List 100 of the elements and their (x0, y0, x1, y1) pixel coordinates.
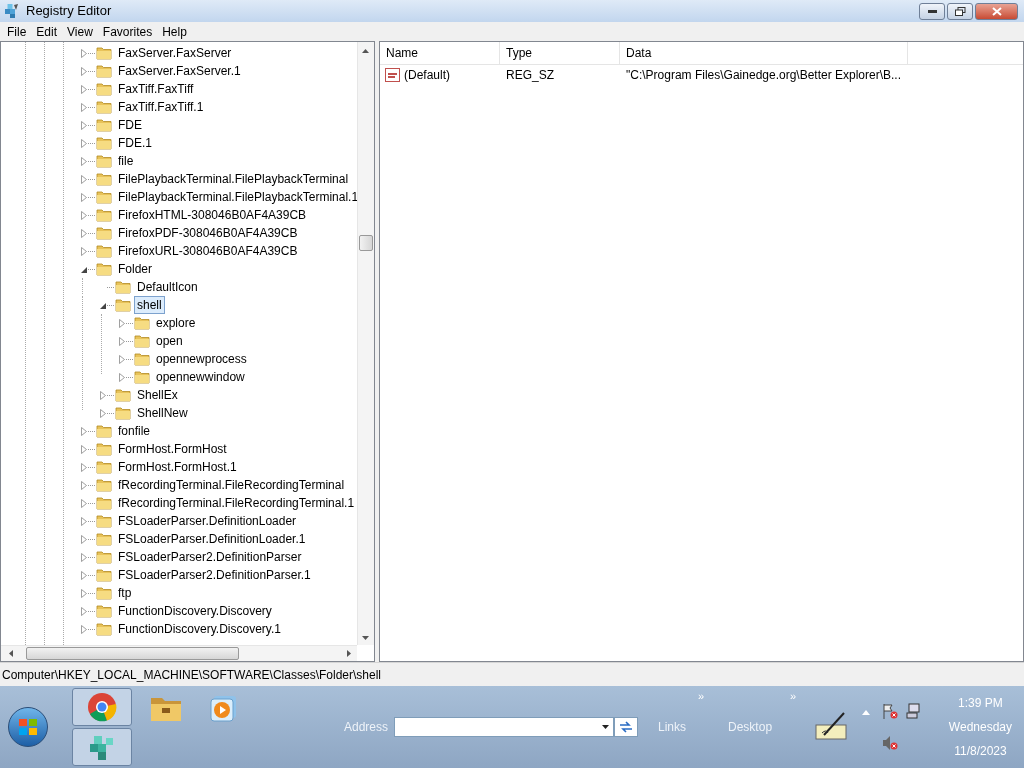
registry-key[interactable]: FSLoaderParser.DefinitionLoader (115, 512, 300, 530)
expand-arrow-icon[interactable] (81, 516, 87, 526)
network-icon[interactable] (906, 703, 923, 719)
registry-key[interactable]: explore (153, 314, 199, 332)
close-button[interactable] (975, 2, 1018, 20)
volume-muted-icon[interactable] (882, 735, 899, 751)
column-header[interactable]: Name (380, 42, 500, 64)
registry-key[interactable]: FSLoaderParser.DefinitionLoader.1 (115, 530, 309, 548)
scroll-down-icon[interactable] (362, 636, 369, 640)
expand-arrow-icon[interactable] (81, 210, 87, 220)
scroll-right-icon[interactable] (347, 650, 351, 657)
folder-icon (96, 172, 112, 186)
menu-item[interactable]: Help (157, 22, 192, 41)
registry-key[interactable]: FDE (115, 116, 145, 134)
registry-key[interactable]: FormHost.FormHost (115, 440, 230, 458)
registry-taskbar-button[interactable] (72, 728, 132, 766)
expand-arrow-icon[interactable] (100, 390, 106, 400)
registry-key[interactable]: ftp (115, 584, 135, 602)
vertical-scrollbar[interactable] (357, 42, 374, 645)
expand-arrow-icon[interactable] (81, 570, 87, 580)
menu-item[interactable]: Edit (31, 22, 63, 41)
expand-arrow-icon[interactable] (81, 444, 87, 454)
column-header[interactable]: Data (620, 42, 908, 64)
registry-key[interactable]: FSLoaderParser2.DefinitionParser (115, 548, 305, 566)
registry-key[interactable]: FirefoxURL-308046B0AF4A39CB (115, 242, 301, 260)
folder-icon (96, 154, 112, 168)
expand-arrow-icon[interactable] (81, 534, 87, 544)
dropdown-icon[interactable] (602, 725, 610, 729)
expand-arrow-icon[interactable] (81, 102, 87, 112)
expand-arrow-icon[interactable] (81, 120, 87, 130)
restore-button[interactable] (947, 2, 973, 20)
registry-key[interactable]: open (153, 332, 186, 350)
expand-arrow-icon[interactable] (119, 336, 125, 346)
registry-key[interactable]: FaxServer.FaxServer.1 (115, 62, 244, 80)
caret-up-icon[interactable] (862, 709, 871, 715)
registry-key[interactable]: fRecordingTerminal.FileRecordingTerminal (115, 476, 348, 494)
expand-arrow-icon[interactable] (100, 408, 106, 418)
expand-arrow-icon[interactable] (81, 624, 87, 634)
expand-arrow-icon[interactable] (81, 156, 87, 166)
registry-key[interactable]: FunctionDiscovery.Discovery.1 (115, 620, 284, 638)
expand-arrow-icon[interactable] (81, 174, 87, 184)
expand-arrow-icon[interactable] (81, 192, 87, 202)
registry-key[interactable]: DefaultIcon (134, 278, 201, 296)
expand-arrow-icon[interactable] (81, 48, 87, 58)
registry-key[interactable]: FilePlaybackTerminal.FilePlaybackTerminal.1 (115, 188, 362, 206)
registry-key[interactable]: fonfile (115, 422, 154, 440)
registry-key[interactable]: FormHost.FormHost.1 (115, 458, 240, 476)
play-icon (210, 694, 238, 722)
folder-icon (134, 370, 150, 384)
chrome-taskbar-button[interactable] (72, 688, 132, 726)
expand-arrow-icon[interactable] (81, 426, 87, 436)
expand-arrow-icon[interactable] (119, 354, 125, 364)
registry-key[interactable]: FaxServer.FaxServer (115, 44, 235, 62)
registry-key[interactable]: ShellEx (134, 386, 181, 404)
registry-key[interactable]: FunctionDiscovery.Discovery (115, 602, 275, 620)
expand-arrow-icon[interactable] (81, 228, 87, 238)
folder-icon (96, 586, 112, 600)
registry-key[interactable]: FDE.1 (115, 134, 155, 152)
registry-key[interactable]: FirefoxPDF-308046B0AF4A39CB (115, 224, 301, 242)
scrollbar-thumb[interactable] (359, 235, 373, 251)
registry-key[interactable]: FSLoaderParser2.DefinitionParser.1 (115, 566, 314, 584)
address-field[interactable] (394, 717, 615, 737)
horizontal-scrollbar[interactable] (1, 645, 357, 661)
column-header[interactable]: Type (500, 42, 620, 64)
menu-item[interactable]: View (62, 22, 98, 41)
registry-key[interactable]: shell (134, 296, 165, 314)
expand-arrow-icon[interactable] (81, 480, 87, 490)
expand-arrow-icon[interactable] (81, 552, 87, 562)
registry-key[interactable]: FilePlaybackTerminal.FilePlaybackTerminal (115, 170, 352, 188)
expand-arrow-icon[interactable] (119, 318, 125, 328)
registry-key[interactable]: fRecordingTerminal.FileRecordingTerminal.1 (115, 494, 358, 512)
expand-arrow-icon[interactable] (81, 462, 87, 472)
expand-arrow-icon[interactable] (81, 84, 87, 94)
expand-arrow-icon[interactable] (81, 498, 87, 508)
folder-icon (134, 352, 150, 366)
registry-key[interactable]: FirefoxHTML-308046B0AF4A39CB (115, 206, 310, 224)
start-button[interactable] (8, 707, 48, 747)
expand-arrow-icon[interactable] (81, 246, 87, 256)
expand-arrow-icon[interactable] (119, 372, 125, 382)
scrollbar-thumb[interactable] (26, 647, 239, 660)
registry-key[interactable]: opennewwindow (153, 368, 248, 386)
menu-item[interactable]: File (2, 22, 32, 41)
registry-key[interactable]: opennewprocess (153, 350, 250, 368)
registry-key[interactable]: ShellNew (134, 404, 191, 422)
scroll-up-icon[interactable] (362, 49, 369, 53)
menu-item[interactable]: Favorites (97, 22, 158, 41)
expand-arrow-icon[interactable] (81, 606, 87, 616)
registry-key[interactable]: FaxTiff.FaxTiff.1 (115, 98, 207, 116)
registry-key[interactable]: file (115, 152, 137, 170)
scroll-left-icon[interactable] (9, 650, 13, 657)
value-name[interactable]: (Default) (404, 66, 450, 84)
expand-arrow-icon[interactable] (81, 588, 87, 598)
registry-key[interactable]: Folder (115, 260, 155, 278)
flag-error-icon[interactable] (882, 703, 899, 719)
registry-key[interactable]: FaxTiff.FaxTiff (115, 80, 197, 98)
folder-icon (96, 64, 112, 78)
expand-arrow-icon[interactable] (81, 66, 87, 76)
minimize-button[interactable] (919, 2, 945, 20)
folder-icon (96, 532, 112, 546)
expand-arrow-icon[interactable] (81, 138, 87, 148)
